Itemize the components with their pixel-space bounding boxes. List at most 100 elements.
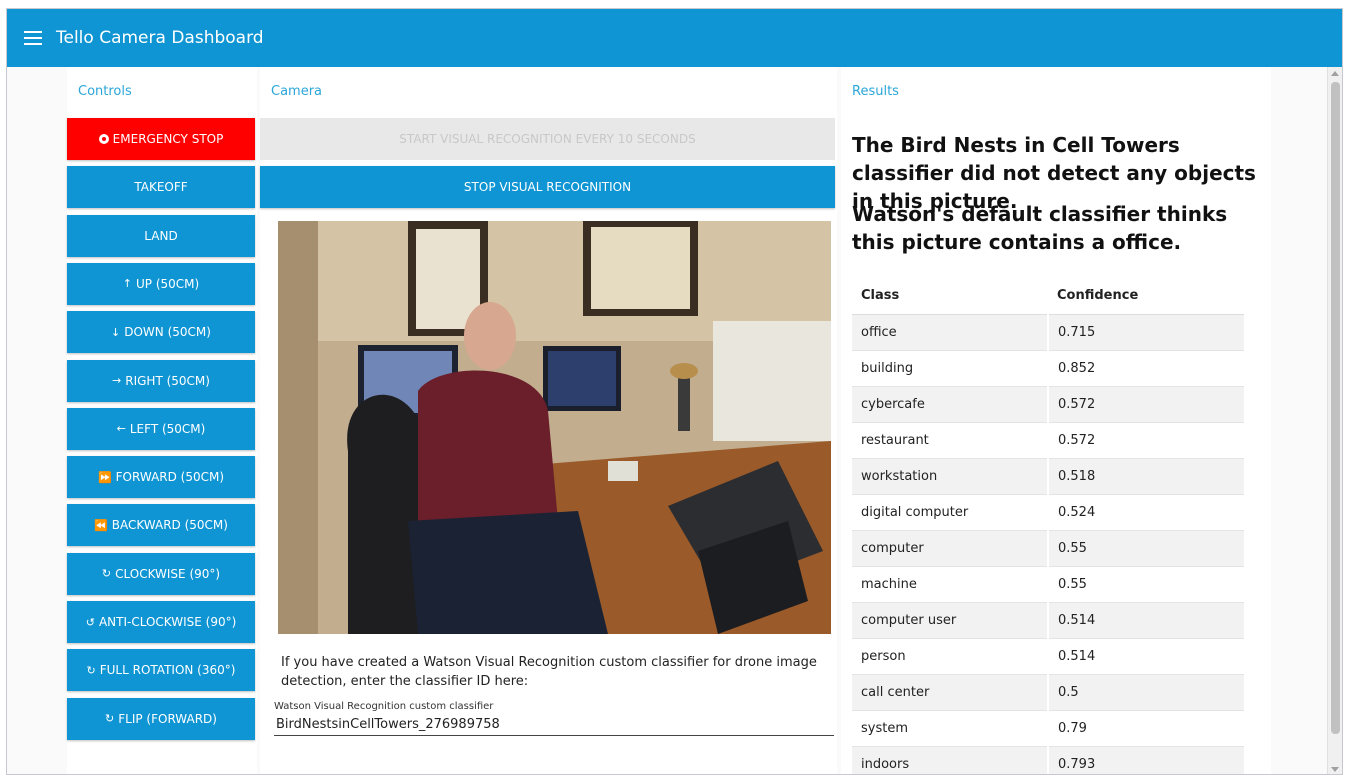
left-button[interactable]: ← LEFT (50CM) (67, 407, 255, 450)
classifier-instructions: If you have created a Watson Visual Reco… (281, 655, 817, 689)
control-button-label: CLOCKWISE (90°) (115, 566, 221, 581)
controls-label: Controls (78, 84, 132, 99)
up-button[interactable]: ↑ UP (50CM) (67, 262, 255, 305)
classifier-id-input[interactable] (274, 714, 834, 736)
anti-clockwise-button[interactable]: ↺ ANTI-CLOCKWISE (90°) (67, 601, 255, 643)
arrow-down-icon: ↓ (111, 325, 121, 339)
arrow-right-icon: → (112, 374, 122, 387)
camera-feed-illustration (278, 221, 831, 634)
arrow-left-icon: ← (116, 422, 126, 436)
hamburger-menu-icon[interactable] (24, 31, 42, 45)
camera-panel: Camera START VISUAL RECOGNITION EVERY 10… (260, 67, 837, 774)
camera-label: Camera (271, 84, 323, 99)
land-button[interactable]: LAND (67, 214, 255, 257)
scroll-up-icon[interactable] (1331, 71, 1339, 76)
table-row: computer 0.55 (852, 530, 1244, 567)
confidence-cell: 0.518 (1048, 458, 1244, 495)
confidence-cell: 0.793 (1048, 746, 1244, 774)
control-button-label: BACKWARD (50CM) (111, 518, 228, 533)
results-table-header: Class Confidence (852, 278, 1244, 315)
flip-forward-button[interactable]: ↻ FLIP (FORWARD) (67, 697, 255, 740)
control-button-label: UP (50CM) (136, 276, 200, 291)
class-cell: cybercafe (852, 386, 1049, 423)
arrow-up-icon: ↑ (122, 277, 132, 291)
stop-circle-icon (98, 134, 109, 144)
scroll-down-icon[interactable] (1331, 767, 1339, 772)
table-row: indoors 0.793 (852, 746, 1244, 774)
rotate-cw-icon: ↻ (101, 567, 112, 581)
control-button-label: ANTI-CLOCKWISE (90°) (98, 615, 237, 629)
scroll-thumb[interactable] (1331, 82, 1340, 734)
confidence-cell: 0.524 (1048, 494, 1244, 531)
app-bar: Tello Camera Dashboard (7, 9, 1342, 67)
fast-forward-icon: ⏩ (97, 470, 112, 484)
results-table: Class Confidence office 0.715 building 0.85… (852, 278, 1244, 774)
class-cell: machine (852, 566, 1049, 603)
confidence-cell: 0.514 (1048, 602, 1244, 639)
rotate-cw-icon: ↻ (86, 663, 96, 677)
vertical-scrollbar[interactable] (1327, 67, 1342, 774)
default-classifier-result: Watson's default classifier thinks this … (852, 202, 1228, 254)
table-row: workstation 0.518 (852, 458, 1244, 495)
app-window: Tello Camera Dashboard Controls EMERGENC… (6, 8, 1343, 775)
right-button[interactable]: → RIGHT (50CM) (67, 359, 255, 402)
confidence-cell: 0.572 (1048, 422, 1244, 459)
table-row: cybercafe 0.572 (852, 386, 1244, 423)
class-cell: digital computer (852, 494, 1049, 531)
rotate-cw-icon: ↻ (105, 712, 115, 726)
takeoff-button[interactable]: TAKEOFF (67, 166, 255, 209)
table-row: building 0.852 (852, 350, 1244, 387)
confidence-cell: 0.715 (1048, 314, 1244, 351)
table-row: digital computer 0.524 (852, 494, 1244, 531)
control-button-label: TAKEOFF (134, 180, 188, 195)
results-label: Results (852, 84, 899, 99)
app-title: Tello Camera Dashboard (56, 28, 264, 48)
confidence-cell: 0.852 (1048, 350, 1244, 387)
confidence-cell: 0.79 (1048, 710, 1244, 747)
confidence-column-header: Confidence (1048, 278, 1244, 315)
main-content: Controls EMERGENCY STOP TAKEOFF LAND ↑ UP (5… (7, 67, 1329, 774)
down-button[interactable]: ↓ DOWN (50CM) (67, 311, 255, 354)
confidence-cell: 0.514 (1048, 638, 1244, 675)
table-row: system 0.79 (852, 710, 1244, 747)
control-button-label: LEFT (50CM) (129, 421, 206, 436)
class-column-header: Class (852, 278, 1048, 315)
table-row: office 0.715 (852, 314, 1244, 351)
confidence-cell: 0.572 (1048, 386, 1244, 423)
control-button-label: FLIP (FORWARD) (118, 711, 217, 726)
stop-recognition-button[interactable]: STOP VISUAL RECOGNITION (260, 166, 835, 208)
control-button-label: LAND (144, 228, 178, 243)
camera-feed-image (278, 221, 831, 634)
class-cell: system (852, 710, 1049, 747)
backward-button[interactable]: ⏪ BACKWARD (50CM) (67, 504, 255, 547)
control-button-label: FORWARD (50CM) (115, 470, 225, 485)
class-cell: building (852, 350, 1049, 387)
table-row: person 0.514 (852, 638, 1244, 675)
rotate-ccw-icon: ↺ (85, 615, 95, 629)
confidence-cell: 0.5 (1048, 674, 1244, 711)
forward-button[interactable]: ⏩ FORWARD (50CM) (67, 456, 255, 499)
confidence-cell: 0.55 (1048, 566, 1244, 603)
class-cell: computer (852, 530, 1049, 567)
class-cell: call center (852, 674, 1049, 711)
full-rotation-button[interactable]: ↻ FULL ROTATION (360°) (67, 649, 255, 692)
rewind-icon: ⏪ (94, 518, 108, 532)
control-button-label: RIGHT (50CM) (125, 373, 210, 388)
class-cell: restaurant (852, 422, 1049, 459)
clockwise-button[interactable]: ↻ CLOCKWISE (90°) (67, 552, 255, 595)
control-button-label: DOWN (50CM) (124, 325, 211, 340)
class-cell: computer user (852, 602, 1049, 639)
table-row: restaurant 0.572 (852, 422, 1244, 459)
class-cell: indoors (852, 746, 1049, 774)
control-button-label: FULL ROTATION (360°) (99, 663, 236, 678)
emergency-stop-button[interactable]: EMERGENCY STOP (67, 118, 255, 160)
table-row: computer user 0.514 (852, 602, 1244, 639)
class-cell: workstation (852, 458, 1049, 495)
results-panel: Results The Bird Nests in Cell Towers cl… (841, 67, 1271, 774)
table-row: machine 0.55 (852, 566, 1244, 603)
class-cell: person (852, 638, 1049, 675)
table-row: call center 0.5 (852, 674, 1244, 711)
start-recognition-button[interactable]: START VISUAL RECOGNITION EVERY 10 SECOND… (260, 118, 835, 160)
controls-panel: Controls EMERGENCY STOP TAKEOFF LAND ↑ UP (5… (67, 67, 257, 774)
class-cell: office (852, 314, 1049, 351)
